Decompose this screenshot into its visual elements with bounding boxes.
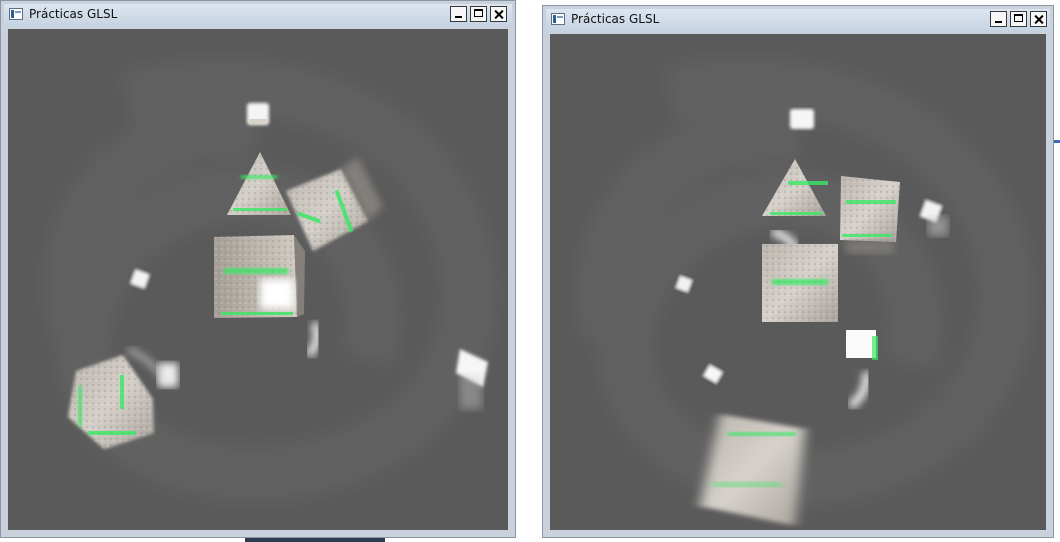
title-bar[interactable]: Prácticas GLSL (4, 4, 512, 26)
taskbar-edge (245, 538, 385, 542)
app-icon (9, 8, 23, 20)
close-button[interactable] (490, 6, 507, 22)
maximize-button[interactable] (1010, 11, 1027, 27)
background-window-edge (1054, 140, 1060, 143)
textured-cube-back (840, 176, 900, 254)
glsl-window-2[interactable]: Prácticas GLSL (542, 5, 1054, 538)
small-white-cube (247, 103, 269, 125)
close-button[interactable] (1030, 11, 1047, 27)
light-streak (305, 321, 322, 358)
window-title: Prácticas GLSL (571, 12, 660, 26)
title-bar[interactable]: Prácticas GLSL (546, 9, 1050, 31)
glsl-window-1[interactable]: Prácticas GLSL (0, 0, 516, 538)
textured-cube-center (762, 244, 838, 322)
window-title: Prácticas GLSL (29, 7, 118, 21)
small-white-cube (919, 199, 948, 236)
maximize-button[interactable] (470, 6, 487, 22)
textured-cube-motion-blur (700, 414, 805, 526)
small-white-cube (702, 363, 724, 385)
minimize-button[interactable] (450, 6, 467, 22)
small-white-cube (790, 109, 814, 129)
opengl-viewport[interactable] (550, 34, 1046, 530)
app-icon (551, 13, 565, 25)
opengl-viewport[interactable] (8, 29, 508, 530)
textured-cube-center (214, 235, 305, 318)
scene-render (44, 59, 496, 502)
small-white-cube (846, 330, 878, 360)
minimize-button[interactable] (990, 11, 1007, 27)
scene-render (577, 58, 1034, 526)
light-streak (847, 371, 871, 410)
